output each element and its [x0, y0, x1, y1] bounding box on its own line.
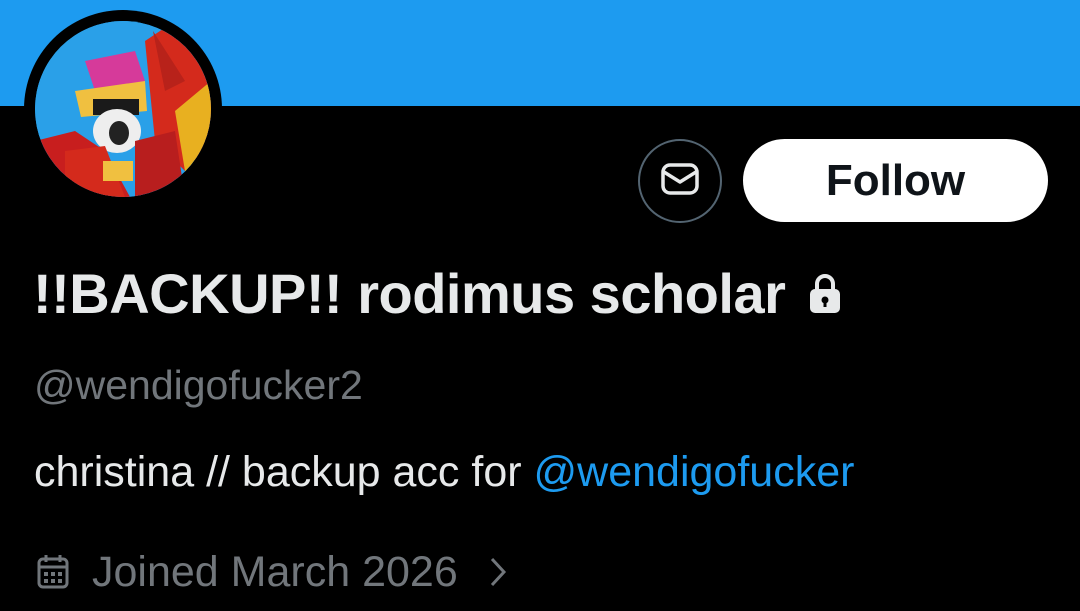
message-button[interactable] [638, 139, 722, 223]
calendar-icon [36, 553, 70, 591]
bio-mention-link[interactable]: @wendigofucker [534, 448, 855, 496]
avatar-ring [24, 10, 222, 208]
follow-button[interactable]: Follow [743, 139, 1048, 222]
display-name-row: !!BACKUP!! rodimus scholar [33, 258, 845, 328]
chevron-right-icon[interactable] [488, 555, 508, 589]
lock-icon[interactable] [805, 271, 845, 315]
bio-text: christina // backup acc for [34, 448, 534, 496]
joined-date-row[interactable]: Joined March 2026 [36, 542, 508, 602]
envelope-icon [658, 157, 702, 206]
avatar[interactable] [35, 21, 211, 197]
avatar-image [35, 21, 211, 197]
username-handle: @wendigofucker2 [34, 362, 363, 408]
display-name: !!BACKUP!! rodimus scholar [33, 261, 786, 325]
joined-date-text: Joined March 2026 [92, 547, 458, 596]
profile-bio: christina // backup acc for @wendigofuck… [34, 448, 854, 497]
